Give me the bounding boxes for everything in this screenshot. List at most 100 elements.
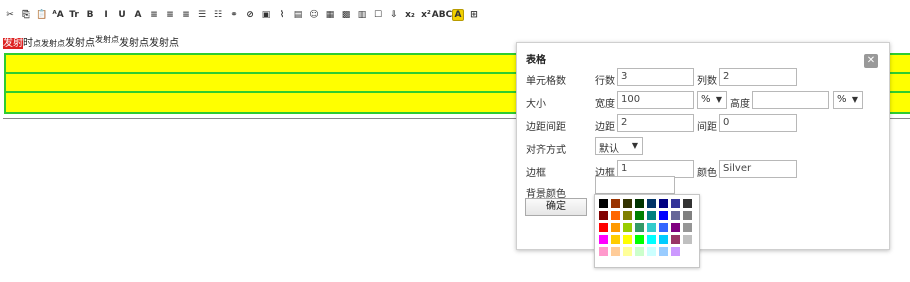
color-swatch[interactable]: [671, 199, 680, 208]
height-unit-select[interactable]: % ▼: [833, 91, 863, 109]
chevron-down-icon: ▼: [851, 95, 858, 104]
color-swatch[interactable]: [623, 199, 632, 208]
color-swatch[interactable]: [611, 211, 620, 220]
close-icon[interactable]: ✕: [864, 54, 878, 68]
color-swatch[interactable]: [635, 235, 644, 244]
font-size-icon[interactable]: ᴬA: [52, 9, 64, 21]
palette-row: [599, 223, 699, 235]
text-run-superscript: 发射点: [95, 35, 119, 44]
color-swatch[interactable]: [599, 211, 608, 220]
color-swatch[interactable]: [611, 223, 620, 232]
color-swatch[interactable]: [623, 223, 632, 232]
highlight-icon[interactable]: A: [452, 9, 464, 21]
color-swatch[interactable]: [683, 199, 692, 208]
ordered-list-icon[interactable]: ☰: [196, 9, 208, 21]
color-swatch[interactable]: [671, 223, 680, 232]
checkbox-icon[interactable]: ☐: [372, 9, 384, 21]
color-swatch[interactable]: [647, 235, 656, 244]
image-icon[interactable]: ▣: [260, 9, 272, 21]
color-swatch[interactable]: [635, 223, 644, 232]
border-color-input[interactable]: Silver: [719, 160, 797, 178]
color-swatch[interactable]: [623, 211, 632, 220]
chevron-down-icon: ▼: [631, 141, 638, 150]
table-icon[interactable]: ▦: [324, 9, 336, 21]
emoticon-icon[interactable]: ☺: [308, 9, 320, 21]
color-swatch[interactable]: [659, 223, 668, 232]
color-swatch[interactable]: [611, 235, 620, 244]
spellcheck-icon[interactable]: ABC: [432, 9, 452, 21]
color-swatch[interactable]: [659, 199, 668, 208]
width-input[interactable]: 100: [617, 91, 694, 109]
width-unit-select[interactable]: % ▼: [697, 91, 727, 109]
align-right-icon[interactable]: ≡: [180, 9, 192, 21]
insert-hr-icon[interactable]: ⇩: [388, 9, 400, 21]
cells-label: 单元格数: [526, 76, 566, 87]
color-swatch[interactable]: [599, 223, 608, 232]
align-center-icon[interactable]: ≡: [164, 9, 176, 21]
superscript-icon[interactable]: x²: [420, 9, 432, 21]
rows-input[interactable]: 3: [617, 68, 694, 86]
media-icon[interactable]: ▤: [292, 9, 304, 21]
color-swatch[interactable]: [623, 247, 632, 256]
align-select[interactable]: 默认 ▼: [595, 137, 643, 155]
cols-input[interactable]: 2: [719, 68, 797, 86]
align-value: 默认: [599, 144, 619, 155]
color-swatch[interactable]: [611, 199, 620, 208]
copy-icon[interactable]: ⎘: [20, 9, 32, 21]
color-swatch[interactable]: [647, 199, 656, 208]
text-run-small: 点发射点: [33, 39, 65, 48]
code-icon[interactable]: ▥: [356, 9, 368, 21]
color-swatch[interactable]: [683, 223, 692, 232]
italic-icon[interactable]: I: [100, 9, 112, 21]
ok-button[interactable]: 确定: [525, 198, 587, 216]
spacing-label: 边距间距: [526, 122, 566, 133]
background-color-input[interactable]: [595, 176, 675, 194]
color-swatch[interactable]: [683, 235, 692, 244]
gap-label: 间距: [697, 122, 717, 133]
color-swatch[interactable]: [635, 199, 644, 208]
gap-input[interactable]: 0: [719, 114, 797, 132]
align-left-icon[interactable]: ≡: [148, 9, 160, 21]
color-swatch[interactable]: [671, 211, 680, 220]
border-section-label: 边框: [526, 168, 546, 179]
bold-icon[interactable]: B: [84, 9, 96, 21]
color-swatch[interactable]: [611, 247, 620, 256]
color-swatch[interactable]: [635, 211, 644, 220]
content-text-line[interactable]: 发射时点发射点发射点发射点发射点发射点: [3, 34, 179, 49]
text-run: 发射点: [65, 38, 95, 49]
palette-row: [599, 247, 699, 259]
font-color-icon[interactable]: A: [132, 9, 144, 21]
color-palette: [594, 194, 700, 268]
height-input[interactable]: [752, 91, 829, 109]
color-swatch[interactable]: [599, 235, 608, 244]
cut-icon[interactable]: ✂: [4, 9, 16, 21]
paste-icon[interactable]: 📋: [36, 9, 48, 21]
color-swatch[interactable]: [647, 247, 656, 256]
selected-text[interactable]: 发射: [3, 38, 23, 49]
color-swatch[interactable]: [647, 211, 656, 220]
color-swatch[interactable]: [659, 235, 668, 244]
color-swatch[interactable]: [623, 235, 632, 244]
source-icon[interactable]: ⊞: [468, 9, 480, 21]
palette-row: [599, 199, 699, 211]
color-swatch[interactable]: [671, 235, 680, 244]
font-family-icon[interactable]: Tr: [68, 9, 80, 21]
width-label: 宽度: [595, 99, 615, 110]
subscript-icon[interactable]: x₂: [404, 9, 416, 21]
color-swatch[interactable]: [647, 223, 656, 232]
color-swatch[interactable]: [659, 211, 668, 220]
padding-input[interactable]: 2: [617, 114, 694, 132]
attachment-icon[interactable]: ⌇: [276, 9, 288, 21]
size-label: 大小: [526, 99, 546, 110]
underline-icon[interactable]: U: [116, 9, 128, 21]
color-swatch[interactable]: [635, 247, 644, 256]
unordered-list-icon[interactable]: ☷: [212, 9, 224, 21]
map-icon[interactable]: ▩: [340, 9, 352, 21]
color-swatch[interactable]: [671, 247, 680, 256]
link-icon[interactable]: ⚭: [228, 9, 240, 21]
color-swatch[interactable]: [599, 247, 608, 256]
color-swatch[interactable]: [683, 211, 692, 220]
color-swatch[interactable]: [659, 247, 668, 256]
unlink-icon[interactable]: ⊘: [244, 9, 256, 21]
color-swatch[interactable]: [599, 199, 608, 208]
